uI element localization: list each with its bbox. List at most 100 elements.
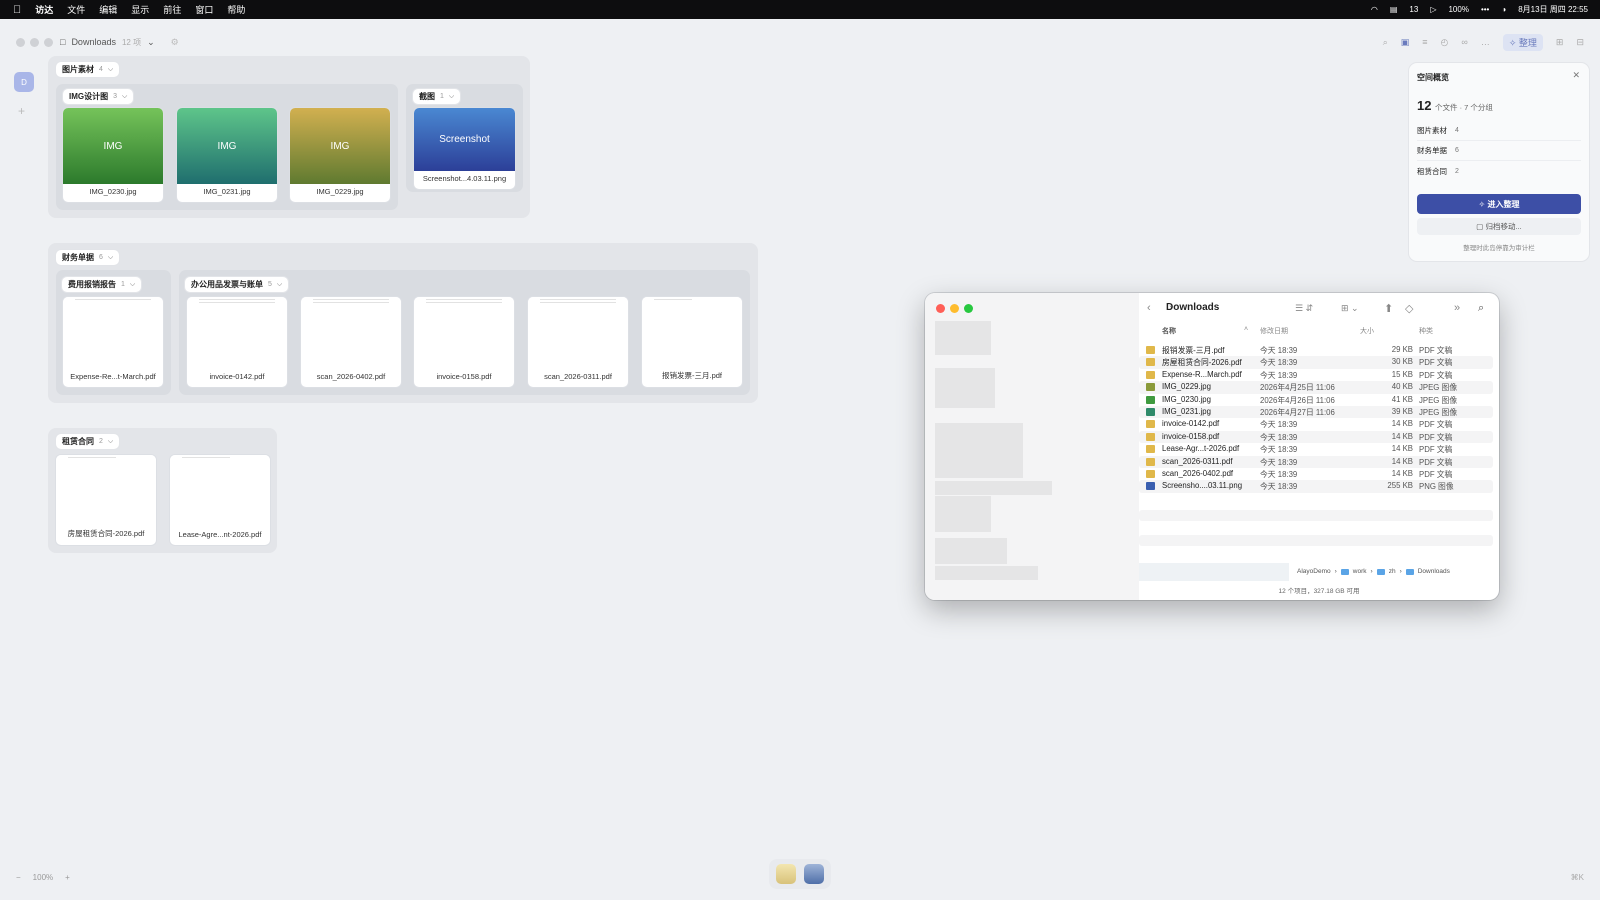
path-item[interactable]: work [1353, 568, 1367, 575]
link-icon[interactable]: ∞ [1461, 37, 1467, 47]
control-center-icon[interactable]: ◑ [1501, 5, 1506, 14]
organize-button[interactable]: ✧ 整理 [1502, 33, 1543, 51]
overview-row[interactable]: 图片素材 4 [1417, 121, 1581, 141]
sub-office-invoices-chip[interactable]: 办公用品发票与账单 5 ⌵ [185, 277, 289, 292]
file-row[interactable]: scan_2026-0311.pdf 今天 18:39 14 KB PDF 文稿 [1139, 455, 1493, 468]
zoom-dot[interactable] [44, 37, 53, 47]
zoom-in-button[interactable]: + [65, 873, 70, 882]
file-date: 今天 18:39 [1260, 482, 1298, 492]
sidebar-space-badge[interactable]: D [14, 72, 34, 92]
clock[interactable]: 8月13日 周四 22:55 [1518, 4, 1588, 15]
list-view-icon[interactable]: ☰ ⇵ [1295, 303, 1313, 314]
grid-view-icon[interactable]: ⊞ ⌄ [1341, 303, 1359, 314]
group-finance-chip[interactable]: 财务单据 6 ⌵ [56, 250, 120, 265]
layout-icon[interactable]: ⊟ [1576, 37, 1584, 48]
group-images-chip[interactable]: 图片素材 4 ⌵ [56, 62, 120, 77]
grid-icon[interactable]: ⊞ [1556, 37, 1564, 48]
close-icon[interactable]: ✕ [1572, 70, 1580, 81]
document-thumbnail [187, 297, 287, 367]
more-icon[interactable]: … [1481, 37, 1490, 47]
menu-edit[interactable]: 编辑 [99, 3, 117, 16]
file-card[interactable]: invoice-0158.pdf [414, 297, 514, 387]
close-dot[interactable] [936, 304, 945, 313]
menu-go[interactable]: 前往 [163, 3, 181, 16]
file-card[interactable]: IMG IMG_0229.jpg [290, 108, 390, 202]
tag-icon[interactable]: ◇ [1405, 302, 1413, 315]
file-card[interactable]: scan_2026-0311.pdf [528, 297, 628, 387]
file-row[interactable]: invoice-0158.pdf 今天 18:39 14 KB PDF 文稿 [1139, 430, 1493, 444]
menu-window[interactable]: 窗口 [195, 3, 213, 16]
command-palette-hint[interactable]: ⌘K [1571, 873, 1584, 882]
history-icon[interactable]: ◴ [1441, 37, 1449, 48]
file-row[interactable]: Expense-R...March.pdf 今天 18:39 15 KB PDF 文稿 [1139, 369, 1493, 381]
file-row[interactable]: Lease-Agr...t-2026.pdf 今天 18:39 14 KB PDF 文… [1139, 443, 1493, 455]
col-kind[interactable]: 种类 [1419, 326, 1433, 336]
file-row[interactable]: scan_2026-0402.pdf 今天 18:39 14 KB PDF 文稿 [1139, 468, 1493, 480]
battery-percent[interactable]: 100% [1448, 5, 1468, 14]
search-icon[interactable]: ⌕ [1383, 37, 1388, 48]
file-card[interactable]: Expense-Re...t-March.pdf [63, 297, 163, 387]
control-icon[interactable]: ▤ [1390, 5, 1398, 14]
calendar-icon[interactable]: 13 [1409, 5, 1418, 14]
col-name[interactable]: 名称 [1162, 326, 1176, 336]
file-row[interactable]: Screensho....03.11.png 今天 18:39 255 KB PNG … [1139, 480, 1493, 493]
file-row[interactable]: IMG_0229.jpg 2026年4月25日 11:06 40 KB JPEG 图像 [1139, 381, 1493, 394]
window-title[interactable]: Downloads [71, 37, 116, 47]
more-icon[interactable]: ••• [1481, 5, 1489, 14]
minimize-dot[interactable] [950, 304, 959, 313]
wifi-icon[interactable]: ◠ [1371, 5, 1378, 14]
sub-label: 截图 [419, 92, 435, 101]
chevron-down-icon[interactable]: ⌄ [147, 37, 155, 48]
col-date[interactable]: 修改日期 [1260, 326, 1288, 336]
file-size: 30 KB [1391, 357, 1413, 367]
overview-row[interactable]: 租赁合同 2 [1417, 161, 1581, 181]
file-card[interactable]: Screenshot Screenshot...4.03.11.png [414, 108, 515, 189]
apple-icon[interactable]:  [13, 4, 21, 16]
archive-move-button[interactable]: ▢ 归档移动... [1417, 218, 1581, 235]
file-row[interactable]: IMG_0231.jpg 2026年4月27日 11:06 39 KB JPEG 图像 [1139, 405, 1493, 419]
back-icon[interactable]: ‹ [1147, 302, 1151, 314]
enter-organize-button[interactable]: ✧ 进入整理 [1417, 194, 1581, 214]
sub-expense-chip[interactable]: 费用报销报告 1 ⌵ [62, 277, 142, 292]
file-row[interactable]: 报销发票-三月.pdf 今天 18:39 29 KB PDF 文稿 [1139, 344, 1493, 356]
file-kind: JPEG 图像 [1419, 407, 1458, 417]
image-thumbnail: IMG [63, 108, 163, 184]
play-icon[interactable]: ▷ [1430, 5, 1436, 14]
notes-app-icon[interactable] [776, 864, 796, 884]
file-card[interactable]: IMG IMG_0231.jpg [177, 108, 277, 202]
finder-app-icon[interactable] [804, 864, 824, 884]
overview-row[interactable]: 财务单据 6 [1417, 141, 1581, 161]
sidebar-toggle-icon[interactable]: ▣ [1401, 37, 1410, 48]
file-card[interactable]: IMG IMG_0230.jpg [63, 108, 163, 202]
file-row[interactable]: 房屋租赁合同-2026.pdf 今天 18:39 30 KB PDF 文稿 [1139, 356, 1493, 369]
add-space-button[interactable]: + [18, 104, 25, 118]
file-row[interactable]: IMG_0230.jpg 2026年4月26日 11:06 41 KB JPEG 图像 [1139, 394, 1493, 406]
menu-help[interactable]: 帮助 [227, 3, 245, 16]
zoom-dot[interactable] [964, 304, 973, 313]
path-item[interactable]: AlayoDemo [1297, 568, 1331, 575]
file-card[interactable]: invoice-0142.pdf [187, 297, 287, 387]
file-card[interactable]: Lease-Agre...nt-2026.pdf [170, 455, 270, 545]
file-card[interactable]: 报销发票-三月.pdf [642, 297, 742, 387]
share-icon[interactable]: ⬆ [1384, 302, 1393, 315]
path-item[interactable]: zh [1389, 568, 1396, 575]
file-card[interactable]: 房屋租赁合同-2026.pdf [56, 455, 156, 545]
menu-view[interactable]: 显示 [131, 3, 149, 16]
menu-file[interactable]: 文件 [67, 3, 85, 16]
list-icon[interactable]: ≡ [1422, 37, 1427, 47]
file-row[interactable]: invoice-0142.pdf 今天 18:39 14 KB PDF 文稿 [1139, 418, 1493, 430]
sub-img-design-chip[interactable]: IMG设计图 3 ⌵ [63, 89, 134, 104]
minimize-dot[interactable] [30, 37, 39, 47]
path-item[interactable]: Downloads [1418, 568, 1450, 575]
more-icon[interactable]: » [1454, 302, 1460, 314]
sub-screenshots-chip[interactable]: 截图 1 ⌵ [413, 89, 461, 104]
file-type-icon [1146, 407, 1155, 416]
file-card[interactable]: scan_2026-0402.pdf [301, 297, 401, 387]
close-dot[interactable] [16, 37, 25, 47]
menu-app-name[interactable]: 访达 [35, 3, 53, 16]
settings-icon[interactable]: ⚙ [171, 37, 179, 48]
group-lease-chip[interactable]: 租赁合同 2 ⌵ [56, 434, 120, 449]
search-icon[interactable]: ⌕ [1478, 302, 1484, 315]
col-size[interactable]: 大小 [1360, 326, 1374, 336]
zoom-out-button[interactable]: − [16, 873, 21, 882]
